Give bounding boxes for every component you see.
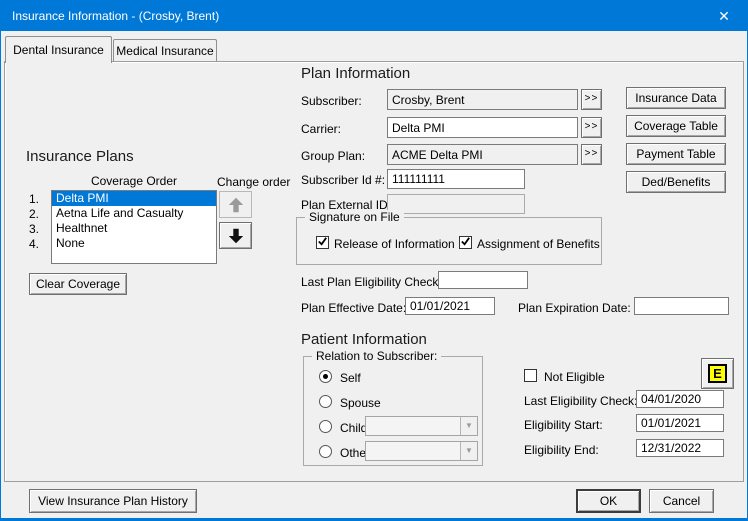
close-button[interactable]: ✕	[701, 1, 747, 31]
check-icon	[317, 236, 328, 250]
insurance-data-button[interactable]: Insurance Data	[626, 87, 726, 109]
chevrons-icon: >>	[585, 93, 599, 106]
insurance-information-dialog: Insurance Information - (Crosby, Brent) …	[0, 0, 748, 521]
payment-table-button[interactable]: Payment Table	[626, 143, 726, 165]
last-eligibility-check-label: Last Eligibility Check:	[524, 394, 637, 408]
plan-expiration-date-label: Plan Expiration Date:	[518, 301, 631, 315]
other-select[interactable]: ▼	[365, 441, 478, 461]
ok-button[interactable]: OK	[576, 489, 641, 513]
relation-to-subscriber-title: Relation to Subscriber:	[312, 349, 441, 363]
eligibility-end-label: Eligibility End:	[524, 443, 599, 457]
carrier-field[interactable]	[387, 117, 578, 138]
relation-self-radio[interactable]	[319, 370, 332, 383]
last-eligibility-check-field[interactable]	[636, 390, 724, 408]
up-arrow-icon	[227, 196, 245, 214]
cancel-button[interactable]: Cancel	[649, 489, 714, 513]
subscriber-id-label: Subscriber Id #:	[301, 173, 385, 187]
plan-effective-date-field[interactable]	[405, 297, 495, 315]
tab-label: Medical Insurance	[116, 44, 213, 58]
relation-spouse-label: Spouse	[340, 396, 381, 410]
list-item-delta-pmi[interactable]: Delta PMI	[52, 191, 216, 206]
subscriber-field[interactable]	[387, 89, 578, 110]
eligibility-start-field[interactable]	[636, 414, 724, 432]
relation-child-label: Child	[340, 421, 367, 435]
clear-coverage-button[interactable]: Clear Coverage	[29, 273, 127, 295]
down-arrow-icon	[227, 227, 245, 245]
close-icon: ✕	[718, 8, 730, 24]
subscriber-id-field[interactable]	[387, 169, 525, 189]
plan-external-id-field[interactable]	[387, 194, 525, 214]
relation-self-label: Self	[340, 371, 361, 385]
move-up-button[interactable]	[219, 191, 252, 218]
eligibility-e-icon: E	[708, 364, 727, 383]
coverage-order-label: Coverage Order	[51, 174, 217, 188]
list-item-aetna[interactable]: Aetna Life and Casualty	[52, 206, 216, 221]
signature-on-file-title: Signature on File	[305, 210, 404, 224]
carrier-search-button[interactable]: >>	[581, 117, 602, 138]
chevrons-icon: >>	[585, 148, 599, 161]
subscriber-search-button[interactable]: >>	[581, 89, 602, 110]
not-eligible-label: Not Eligible	[544, 370, 605, 384]
last-plan-eligibility-check-label: Last Plan Eligibility Check:	[301, 275, 442, 289]
plan-expiration-date-field[interactable]	[634, 297, 729, 315]
child-select[interactable]: ▼	[365, 416, 478, 436]
coverage-order-number: 4.	[29, 237, 39, 251]
view-insurance-plan-history-button[interactable]: View Insurance Plan History	[29, 489, 197, 513]
tab-medical-insurance[interactable]: Medical Insurance	[113, 39, 217, 62]
insurance-plans-heading: Insurance Plans	[26, 148, 134, 165]
coverage-order-number: 2.	[29, 207, 39, 221]
plan-effective-date-label: Plan Effective Date:	[301, 301, 406, 315]
relation-spouse-radio[interactable]	[319, 395, 332, 408]
relation-other-radio[interactable]	[319, 445, 332, 458]
window-title: Insurance Information - (Crosby, Brent)	[12, 9, 219, 23]
last-plan-eligibility-check-field[interactable]	[438, 271, 528, 289]
title-bar[interactable]: Insurance Information - (Crosby, Brent)	[1, 1, 747, 31]
subscriber-label: Subscriber:	[301, 94, 362, 108]
group-plan-label: Group Plan:	[301, 149, 365, 163]
chevrons-icon: >>	[585, 121, 599, 134]
relation-child-radio[interactable]	[319, 420, 332, 433]
change-order-label: Change order	[217, 175, 290, 189]
release-of-information-checkbox[interactable]	[316, 236, 329, 249]
check-icon	[460, 236, 471, 250]
coverage-order-number: 1.	[29, 192, 39, 206]
assignment-of-benefits-checkbox[interactable]	[459, 236, 472, 249]
plan-information-heading: Plan Information	[301, 65, 410, 82]
eligibility-end-field[interactable]	[636, 439, 724, 457]
eligibility-check-button[interactable]: E	[701, 358, 734, 389]
coverage-table-button[interactable]: Coverage Table	[626, 115, 726, 137]
group-plan-search-button[interactable]: >>	[581, 144, 602, 165]
patient-information-heading: Patient Information	[301, 331, 427, 348]
release-of-information-label: Release of Information	[334, 237, 455, 251]
assignment-of-benefits-label: Assignment of Benefits	[477, 237, 600, 251]
tab-dental-insurance[interactable]: Dental Insurance	[5, 36, 112, 63]
tab-label: Dental Insurance	[13, 43, 104, 57]
list-item-none[interactable]: None	[52, 236, 216, 251]
ded-benefits-button[interactable]: Ded/Benefits	[626, 171, 726, 193]
eligibility-start-label: Eligibility Start:	[524, 418, 603, 432]
carrier-label: Carrier:	[301, 122, 341, 136]
group-plan-field[interactable]	[387, 144, 578, 165]
list-item-healthnet[interactable]: Healthnet	[52, 221, 216, 236]
coverage-order-number: 3.	[29, 222, 39, 236]
chevron-down-icon: ▼	[460, 417, 477, 435]
chevron-down-icon: ▼	[460, 442, 477, 460]
not-eligible-checkbox[interactable]	[524, 369, 537, 382]
coverage-order-listbox[interactable]: Delta PMI Aetna Life and Casualty Health…	[51, 190, 217, 264]
move-down-button[interactable]	[219, 222, 252, 249]
